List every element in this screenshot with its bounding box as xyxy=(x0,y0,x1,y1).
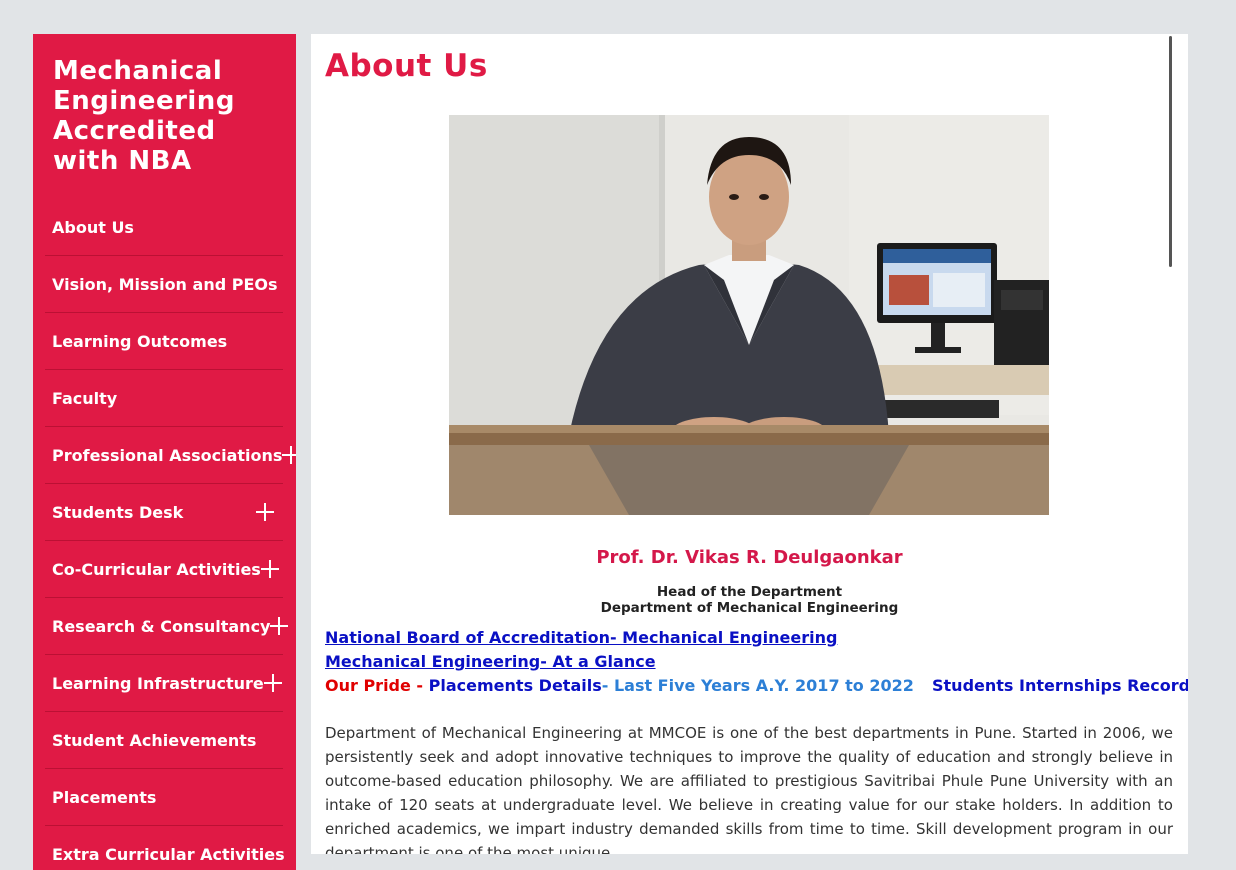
page-title: About Us xyxy=(325,48,488,84)
sidebar-item-research[interactable]: Research & Consultancy xyxy=(45,598,289,655)
main-content: About Us Prof. Dr. Vikas R. Deulgaonkar … xyxy=(311,34,1188,854)
years-text: - Last Five Years A.Y. 2017 to 2022 xyxy=(601,676,914,695)
sidebar-item-students-desk[interactable]: Students Desk xyxy=(45,484,283,541)
sidebar-item-label: Co-Curricular Activities xyxy=(52,559,261,579)
sidebar-item-label: Learning Infrastructure xyxy=(52,673,264,693)
sidebar-item-label: Student Achievements xyxy=(52,730,257,750)
internships-record-link[interactable]: Students Internships Record xyxy=(932,676,1188,695)
sidebar-item-label: Vision, Mission and PEOs xyxy=(52,274,278,294)
sidebar: Mechanical Engineering Accredited with N… xyxy=(33,34,296,870)
pride-label: Our Pride - xyxy=(325,676,424,695)
sidebar-item-label: Extra Curricular Activities xyxy=(52,844,285,864)
pride-row: Our Pride - Placements Details- Last Fiv… xyxy=(325,676,1188,695)
plus-icon[interactable] xyxy=(270,617,289,635)
sidebar-item-label: About Us xyxy=(52,217,134,237)
hod-department: Department of Mechanical Engineering xyxy=(600,600,899,616)
sidebar-item-label: Students Desk xyxy=(52,502,184,522)
sidebar-item-extra-curricular[interactable]: Extra Curricular Activities xyxy=(45,826,285,870)
sidebar-item-label: Research & Consultancy xyxy=(52,616,271,636)
sidebar-item-placements[interactable]: Placements xyxy=(45,769,283,826)
plus-icon[interactable] xyxy=(256,503,274,521)
hod-role: Head of the Department xyxy=(656,584,843,600)
sidebar-item-vision-mission[interactable]: Vision, Mission and PEOs xyxy=(45,256,283,313)
sidebar-item-label: Faculty xyxy=(52,388,118,408)
about-paragraph: Department of Mechanical Engineering at … xyxy=(325,724,1173,854)
hod-photo xyxy=(449,115,1049,515)
sidebar-item-learning-infrastructure[interactable]: Learning Infrastructure xyxy=(45,655,283,712)
scrollbar-thumb[interactable] xyxy=(1169,36,1172,267)
hod-name: Prof. Dr. Vikas R. Deulgaonkar xyxy=(596,547,903,568)
sidebar-menu: About Us Vision, Mission and PEOs Learni… xyxy=(45,199,296,870)
sidebar-item-student-achievements[interactable]: Student Achievements xyxy=(45,712,283,769)
sidebar-item-label: Placements xyxy=(52,787,157,807)
placements-details-link[interactable]: Placements Details xyxy=(429,676,602,695)
sidebar-item-faculty[interactable]: Faculty xyxy=(45,370,283,427)
sidebar-item-label: Learning Outcomes xyxy=(52,331,228,351)
plus-icon[interactable] xyxy=(263,674,282,692)
sidebar-item-about-us[interactable]: About Us xyxy=(45,199,283,256)
plus-icon[interactable] xyxy=(282,446,296,464)
sidebar-item-learning-outcomes[interactable]: Learning Outcomes xyxy=(45,313,283,370)
plus-icon[interactable] xyxy=(260,560,279,578)
at-a-glance-link[interactable]: Mechanical Engineering- At a Glance xyxy=(325,652,656,671)
nba-link[interactable]: National Board of Accreditation- Mechani… xyxy=(325,628,837,647)
sidebar-item-co-curricular[interactable]: Co-Curricular Activities xyxy=(45,541,283,598)
sidebar-item-label: Professional Associations xyxy=(52,445,283,465)
sidebar-item-professional-associations[interactable]: Professional Associations xyxy=(45,427,296,484)
sidebar-title: Mechanical Engineering Accredited with N… xyxy=(53,56,235,176)
